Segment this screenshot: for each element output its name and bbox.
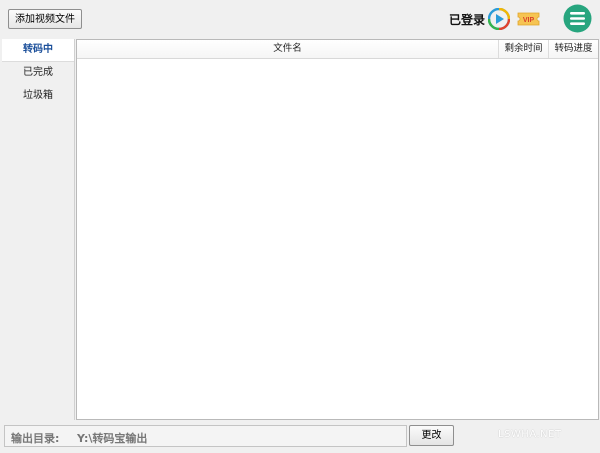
- hamburger-menu-icon[interactable]: [563, 4, 592, 33]
- watermark-text: LSWHA.NET: [498, 429, 562, 440]
- sidebar-item-trash[interactable]: 垃圾箱: [2, 85, 74, 108]
- output-directory-path: Y:\转码宝输出: [77, 432, 148, 445]
- sidebar-item-transcoding[interactable]: 转码中: [2, 39, 74, 62]
- file-list-header: 文件名 剩余时间 转码进度: [77, 40, 598, 59]
- sidebar-item-completed[interactable]: 已完成: [2, 62, 74, 85]
- play-circle-icon[interactable]: [488, 8, 510, 30]
- output-directory-field: 输出目录: Y:\转码宝输出: [4, 425, 407, 447]
- column-header-remaining-time[interactable]: 剩余时间: [498, 40, 548, 58]
- change-directory-button[interactable]: 更改: [409, 425, 454, 446]
- column-header-progress[interactable]: 转码进度: [548, 40, 598, 58]
- bottom-bar: 输出目录: Y:\转码宝输出 更改 LSWHA.NET: [0, 420, 600, 453]
- login-status[interactable]: 已登录: [449, 11, 485, 28]
- sidebar: 转码中 已完成 垃圾箱: [2, 39, 75, 420]
- file-list[interactable]: 文件名 剩余时间 转码进度: [76, 39, 599, 420]
- svg-text:VIP: VIP: [523, 17, 535, 24]
- add-video-file-button[interactable]: 添加视频文件: [8, 9, 82, 29]
- top-toolbar: 添加视频文件 已登录 VIP: [0, 0, 600, 38]
- vip-ticket-icon[interactable]: VIP: [517, 11, 540, 27]
- column-header-filename[interactable]: 文件名: [77, 40, 498, 58]
- output-directory-label: 输出目录:: [11, 432, 60, 445]
